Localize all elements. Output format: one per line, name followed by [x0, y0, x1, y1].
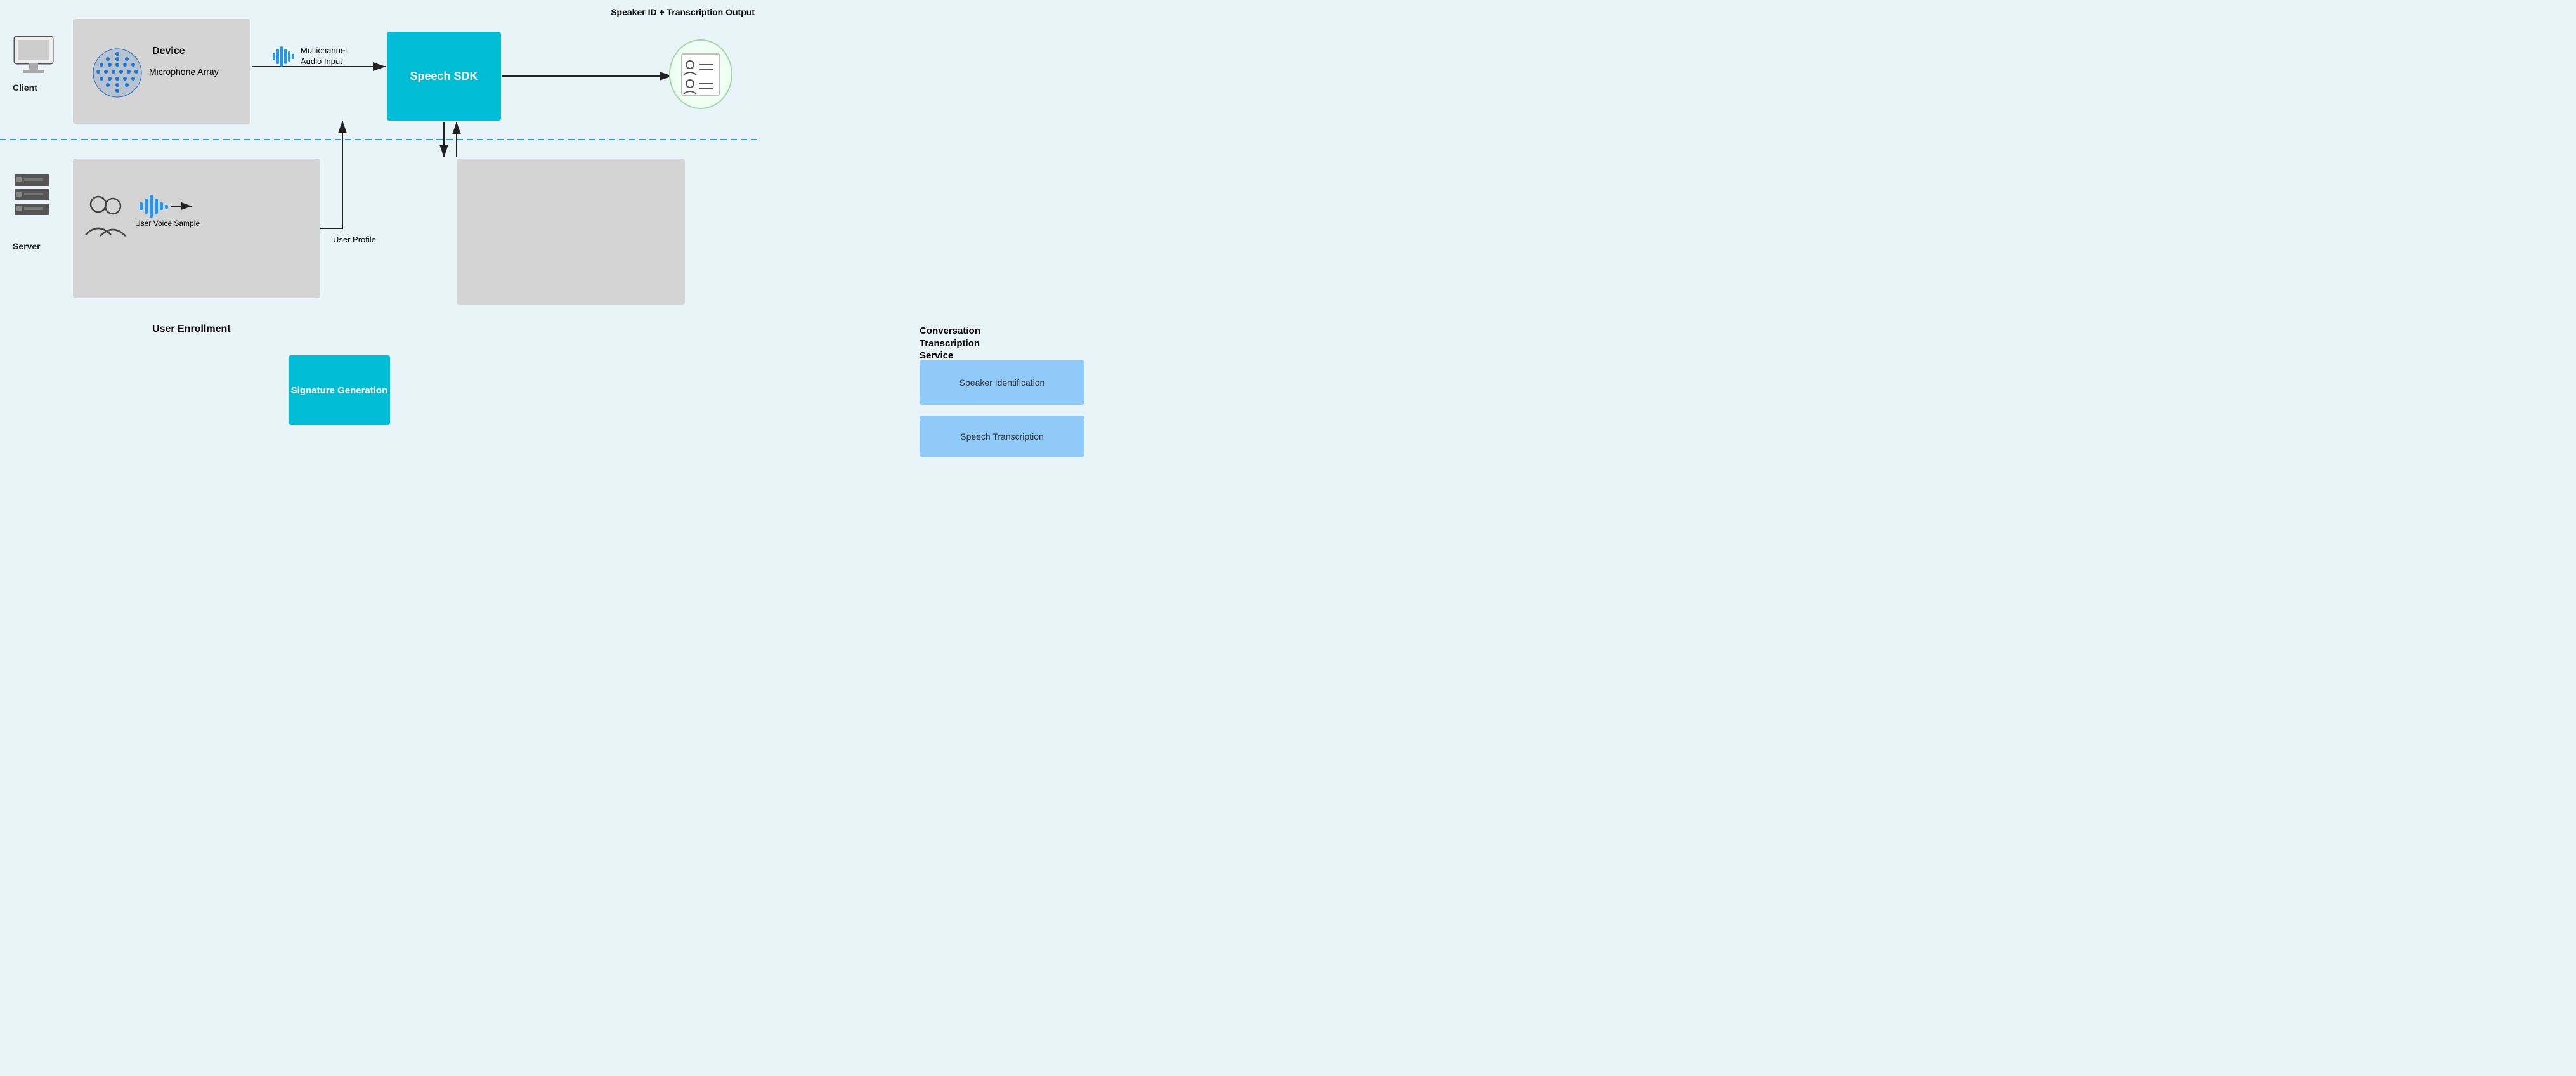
- speaker-id-label: Speaker Identification: [959, 377, 1045, 388]
- voice-wave-icon: [140, 194, 171, 222]
- user-profile-label: User Profile: [333, 235, 376, 244]
- client-icon: [11, 35, 56, 79]
- output-title: Speaker ID + Transcription Output: [611, 6, 755, 18]
- microphone-array-icon: [92, 48, 143, 102]
- server-icon: [11, 171, 53, 225]
- audio-input-group: MultichannelAudio Input: [273, 46, 347, 67]
- signature-gen-box: Signature Generation: [289, 355, 390, 425]
- client-label: Client: [13, 82, 37, 93]
- voice-sample-label: User Voice Sample: [135, 219, 200, 229]
- audio-input-label: MultichannelAudio Input: [301, 46, 347, 67]
- enrollment-box: User Enrollment User Vo: [73, 159, 320, 298]
- output-icon: [669, 39, 732, 109]
- users-icon: [82, 190, 133, 244]
- signature-gen-label: Signature Generation: [291, 385, 388, 396]
- cts-box: Conversation Transcription Service (Back…: [457, 159, 685, 305]
- architecture-diagram: Client Device: [0, 0, 761, 317]
- enrollment-title: User Enrollment: [152, 324, 231, 335]
- speech-sdk-label: Speech SDK: [410, 70, 478, 83]
- device-title: Device: [152, 46, 185, 57]
- speaker-id-box: Speaker Identification: [920, 360, 1084, 405]
- server-label: Server: [13, 241, 41, 251]
- microphone-label: Microphone Array: [149, 67, 219, 77]
- speech-sdk-box: Speech SDK: [387, 32, 501, 121]
- speech-transcription-box: Speech Transcription: [920, 416, 1084, 457]
- speech-transcription-label: Speech Transcription: [960, 431, 1044, 442]
- device-box: Device: [73, 19, 250, 124]
- audio-wave-icon: [273, 46, 296, 67]
